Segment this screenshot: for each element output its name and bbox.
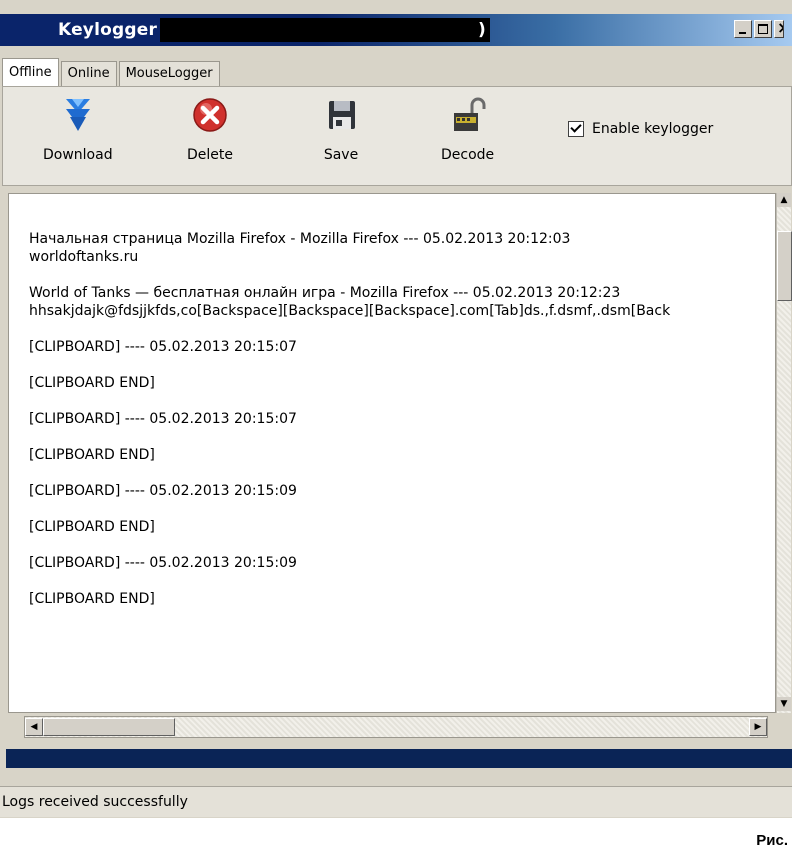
log-entry: [CLIPBOARD END] (29, 518, 771, 536)
save-button[interactable]: Save (321, 95, 361, 163)
unlock-icon (448, 95, 488, 135)
toolbar: Download Delete Save Decode Enable keylo… (2, 86, 792, 186)
title-bar[interactable]: Keylogger ( ) (0, 14, 792, 46)
save-icon (321, 95, 361, 135)
window-title: Keylogger ( (58, 20, 172, 40)
log-entry: [CLIPBOARD] ---- 05.02.2013 20:15:09 (29, 482, 771, 500)
log-line: [CLIPBOARD] ---- 05.02.2013 20:15:07 (29, 411, 297, 427)
delete-button[interactable]: Delete (187, 95, 233, 163)
log-line: hhsakjdajk@fdsjjkfds,co[Backspace][Backs… (29, 303, 671, 319)
log-textarea[interactable]: Начальная страница Mozilla Firefox - Moz… (8, 193, 776, 713)
tab-mouselogger[interactable]: MouseLogger (118, 61, 220, 86)
log-entry: World of Tanks — бесплатная онлайн игра … (29, 284, 771, 320)
log-line: World of Tanks — бесплатная онлайн игра … (29, 285, 621, 301)
save-label: Save (323, 147, 359, 163)
log-entry: [CLIPBOARD] ---- 05.02.2013 20:15:07 (29, 410, 771, 428)
horizontal-scrollbar[interactable]: ◀ ▶ (24, 716, 768, 738)
scroll-left-arrow-icon[interactable]: ◀ (25, 718, 43, 736)
delete-label: Delete (187, 147, 233, 163)
log-line: [CLIPBOARD END] (29, 375, 155, 391)
log-entry: [CLIPBOARD END] (29, 374, 771, 392)
tab-online[interactable]: Online (60, 61, 117, 86)
log-entry: [CLIPBOARD END] (29, 446, 771, 464)
scroll-up-arrow-icon[interactable]: ▲ (777, 193, 791, 207)
log-line: worldoftanks.ru (29, 249, 139, 265)
log-line: [CLIPBOARD END] (29, 447, 155, 463)
tab-strip: Offline Online MouseLogger (2, 56, 222, 87)
log-content: Начальная страница Mozilla Firefox - Moz… (29, 230, 771, 626)
log-entry: Начальная страница Mozilla Firefox - Moz… (29, 230, 771, 266)
log-line: Начальная страница Mozilla Firefox - Moz… (29, 231, 571, 247)
horizontal-scroll-thumb[interactable] (43, 718, 175, 736)
close-button[interactable] (774, 20, 784, 38)
vertical-scroll-thumb[interactable] (777, 231, 792, 301)
log-line: [CLIPBOARD END] (29, 591, 155, 607)
minimize-button[interactable] (734, 20, 752, 38)
scroll-down-arrow-icon[interactable]: ▼ (777, 697, 791, 711)
log-entry: [CLIPBOARD END] (29, 590, 771, 608)
enable-keylogger-label: Enable keylogger (592, 121, 714, 137)
decode-button[interactable]: Decode (441, 95, 494, 163)
tab-offline[interactable]: Offline (2, 58, 59, 87)
log-line: [CLIPBOARD] ---- 05.02.2013 20:15:09 (29, 555, 297, 571)
progress-bar (6, 749, 792, 768)
log-entry: [CLIPBOARD] ---- 05.02.2013 20:15:07 (29, 338, 771, 356)
window-title-close-paren: ) (478, 20, 486, 40)
scroll-right-arrow-icon[interactable]: ▶ (749, 718, 767, 736)
status-text: Logs received successfully (2, 794, 188, 810)
log-line: [CLIPBOARD] ---- 05.02.2013 20:15:07 (29, 339, 297, 355)
delete-icon (190, 95, 230, 135)
maximize-button[interactable] (754, 20, 772, 38)
window-controls (734, 20, 784, 38)
enable-keylogger-checkbox[interactable] (568, 121, 584, 137)
enable-keylogger-toggle[interactable]: Enable keylogger (568, 121, 713, 137)
status-bar: Logs received successfully (0, 786, 792, 817)
download-icon (58, 95, 98, 135)
log-line: [CLIPBOARD END] (29, 519, 155, 535)
keylogger-window: Keylogger ( ) Offline Online MouseLogger… (0, 0, 792, 818)
figure-caption: Рис. (756, 832, 788, 849)
redaction-bar (160, 18, 490, 42)
vertical-scrollbar[interactable]: ▲ ▼ (776, 193, 792, 713)
decode-label: Decode (441, 147, 495, 163)
log-entry: [CLIPBOARD] ---- 05.02.2013 20:15:09 (29, 554, 771, 572)
download-button[interactable]: Download (43, 95, 113, 163)
download-label: Download (43, 147, 113, 163)
log-line: [CLIPBOARD] ---- 05.02.2013 20:15:09 (29, 483, 297, 499)
